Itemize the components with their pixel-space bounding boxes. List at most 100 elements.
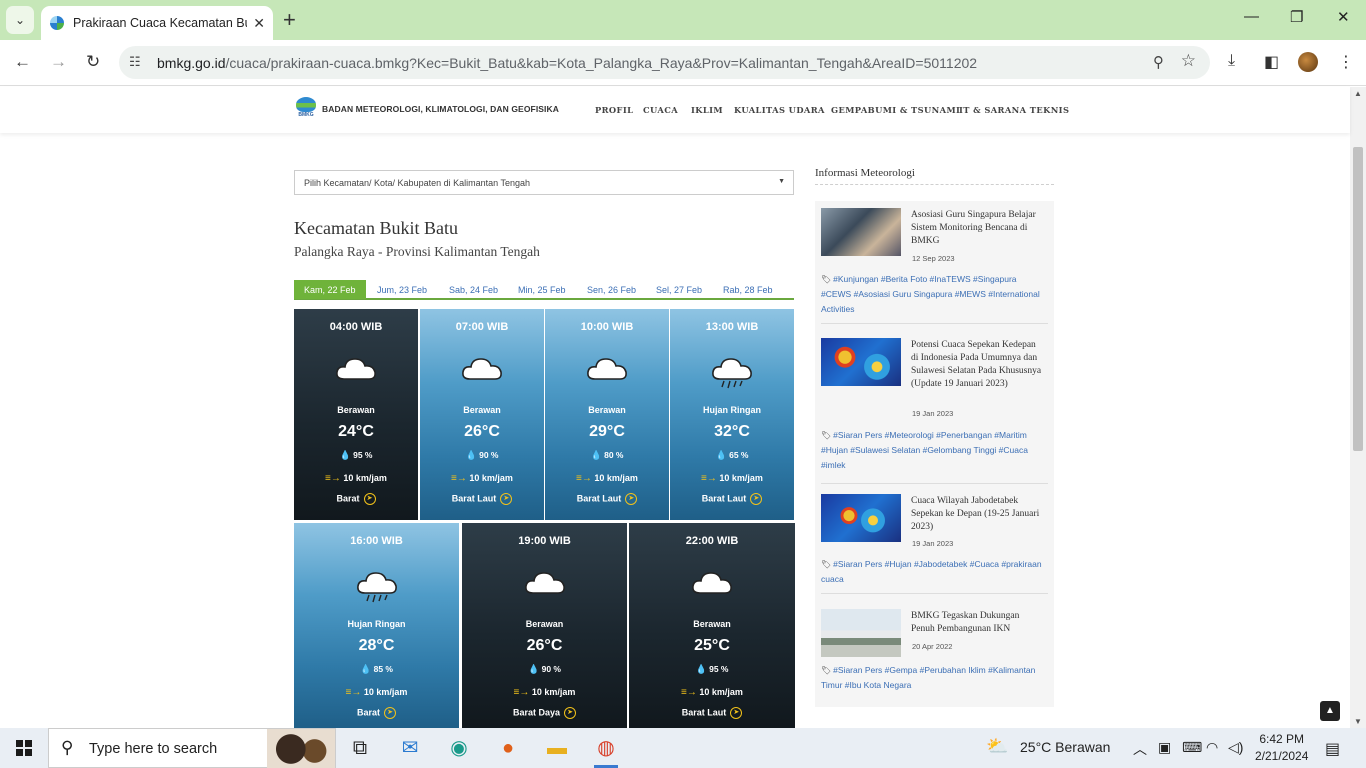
forecast-humidity: 💧 95 % — [695, 664, 729, 674]
file-explorer-icon[interactable]: ▬ — [545, 737, 569, 759]
menu-kebab-icon[interactable]: ⋮ — [1338, 52, 1354, 72]
taskbar-weather[interactable]: 25°C Berawan — [1020, 739, 1110, 755]
menu-cuaca[interactable]: CUACA — [643, 105, 678, 115]
menu-it-sarana[interactable]: IT & SARANA TEKNIS — [959, 105, 1069, 115]
page-scrollbar[interactable]: ▲ ▼ — [1350, 87, 1366, 728]
scroll-thumb[interactable] — [1353, 147, 1363, 451]
news-title[interactable]: Cuaca Wilayah Jabodetabek Sepekan ke Dep… — [911, 495, 1045, 534]
news-title[interactable]: Asosiasi Guru Singapura Belajar Sistem M… — [911, 209, 1045, 248]
compass-icon: ➤ — [750, 493, 763, 505]
news-tags[interactable]: 🏷 #Siaran Pers #Gempa #Perubahan Iklim #K… — [821, 663, 1048, 693]
page-subtitle: Palangka Raya - Provinsi Kalimantan Teng… — [294, 244, 540, 259]
divider — [821, 593, 1048, 594]
forecast-wind: ≡→ 10 km/jam — [513, 687, 576, 698]
browser-tab[interactable]: Prakiraan Cuaca Kecamatan Bukit ✕ — [41, 6, 273, 40]
compass-icon: ➤ — [500, 493, 513, 505]
scroll-down-icon[interactable]: ▼ — [1354, 717, 1362, 726]
region-select[interactable]: Pilih Kecamatan/ Kota/ Kabupaten di Kali… — [294, 170, 794, 195]
site-info-icon[interactable]: ☷ — [129, 54, 141, 70]
search-highlight-image[interactable] — [267, 729, 335, 768]
minimize-button[interactable]: ― — [1244, 8, 1259, 25]
taskbar-search[interactable]: ⚲ Type here to search — [48, 728, 336, 768]
edge-icon[interactable]: ◉ — [447, 737, 471, 759]
news-tags[interactable]: 🏷 #Kunjungan #Berita Foto #InaTEWS #Singa… — [821, 272, 1048, 317]
tab-day-2[interactable]: Jum, 23 Feb — [377, 280, 427, 299]
meet-icon[interactable]: ▣ — [1158, 739, 1171, 756]
omnibox[interactable]: ☷ bmkg.go.id/cuaca/prakiraan-cuaca.bmkg?… — [119, 46, 1210, 79]
news-thumbnail[interactable] — [821, 208, 901, 256]
forecast-temperature: 32°C — [714, 423, 750, 440]
news-date: 12 Sep 2023 — [912, 254, 955, 263]
forecast-time: 22:00 WIB — [685, 535, 739, 547]
volume-icon[interactable]: ◁) — [1228, 739, 1243, 756]
news-thumbnail[interactable] — [821, 609, 901, 657]
tab-day-3[interactable]: Sab, 24 Feb — [449, 280, 498, 299]
menu-gempabumi[interactable]: GEMPABUMI & TSUNAMI — [831, 105, 960, 115]
cloud-icon — [294, 351, 418, 391]
forecast-card: 04:00 WIB Berawan 24°C 💧 95 % ≡→ 10 km/jam Ba… — [294, 309, 418, 520]
task-view-icon[interactable]: ⧉ — [348, 737, 372, 759]
back-button[interactable]: ← — [14, 52, 31, 72]
menu-profil[interactable]: PROFIL — [595, 105, 633, 115]
forecast-temperature: 29°C — [589, 423, 625, 440]
tab-day-4[interactable]: Min, 25 Feb — [518, 280, 566, 299]
forecast-wind: ≡→ 10 km/jam — [576, 473, 638, 484]
chevron-down-icon: ⌄ — [14, 13, 26, 27]
news-tags[interactable]: 🏷 #Siaran Pers #Meteorologi #Penerbangan … — [821, 428, 1048, 473]
mail-icon[interactable]: ✉ — [398, 737, 422, 759]
news-thumbnail[interactable] — [821, 338, 901, 386]
news-item[interactable]: Asosiasi Guru Singapura Belajar Sistem M… — [821, 201, 1048, 324]
restore-button[interactable]: ❐ — [1290, 8, 1303, 26]
tray-chevron-icon[interactable]: ︿ — [1133, 739, 1147, 759]
tab-day-5[interactable]: Sen, 26 Feb — [587, 280, 636, 299]
forward-button[interactable]: → — [50, 52, 67, 72]
humidity-drop-icon: 💧 — [590, 450, 602, 460]
forecast-wind-direction: Barat ➤ — [294, 493, 418, 505]
news-thumbnail[interactable] — [821, 494, 901, 542]
forecast-wind: ≡→ 10 km/jam — [681, 687, 743, 698]
news-title[interactable]: BMKG Tegaskan Dukungan Penuh Pembangunan… — [911, 610, 1045, 636]
close-tab-icon[interactable]: ✕ — [253, 15, 265, 32]
news-item[interactable]: Potensi Cuaca Sepekan Kedepan di Indones… — [821, 331, 1048, 484]
taskbar-clock[interactable]: 6:42 PM 2/21/2024 — [1255, 731, 1308, 765]
search-icon: ⚲ — [61, 738, 74, 757]
news-item[interactable]: BMKG Tegaskan Dukungan Penuh Pembangunan… — [821, 603, 1048, 703]
firefox-icon[interactable]: ● — [496, 737, 520, 759]
zoom-icon[interactable]: ⚲ — [1153, 53, 1164, 71]
side-panel-icon[interactable]: ◧ — [1264, 52, 1279, 72]
input-method-icon[interactable]: ⌨ — [1182, 739, 1202, 756]
reload-button[interactable]: ↻ — [86, 52, 100, 72]
menu-kualitas-udara[interactable]: KUALITAS UDARA — [734, 105, 825, 115]
notification-icon[interactable]: ▤ — [1325, 739, 1340, 759]
weather-icon[interactable]: ⛅ — [986, 736, 1008, 757]
tab-day-7[interactable]: Rab, 28 Feb — [723, 280, 773, 299]
scroll-up-icon[interactable]: ▲ — [1354, 89, 1362, 98]
news-tags[interactable]: 🏷 #Siaran Pers #Hujan #Jabodetabek #Cuaca… — [821, 557, 1048, 587]
forecast-wind-direction: Barat Laut ➤ — [420, 493, 544, 505]
url-text[interactable]: bmkg.go.id/cuaca/prakiraan-cuaca.bmkg?Ke… — [157, 55, 977, 71]
forecast-wind: ≡→ 10 km/jam — [325, 473, 387, 484]
news-title[interactable]: Potensi Cuaca Sepekan Kedepan di Indones… — [911, 339, 1045, 391]
bookmark-star-icon[interactable]: ☆ — [1181, 51, 1196, 71]
tag-icon: 🏷 — [821, 560, 832, 569]
forecast-wind: ≡→ 10 km/jam — [701, 473, 763, 484]
forecast-card: 10:00 WIB Berawan 29°C 💧 80 % ≡→ 10 km/jam Ba… — [545, 309, 669, 520]
forecast-condition: Berawan — [463, 405, 501, 415]
tab-day-6[interactable]: Sel, 27 Feb — [656, 280, 702, 299]
bmkg-logo[interactable]: BMKG — [296, 97, 316, 121]
download-icon[interactable]: ⤓ — [1228, 52, 1235, 70]
menu-iklim[interactable]: IKLIM — [691, 105, 723, 115]
news-item[interactable]: Cuaca Wilayah Jabodetabek Sepekan ke Dep… — [821, 487, 1048, 597]
tab-search-button[interactable]: ⌄ — [6, 6, 34, 34]
windows-start-icon[interactable] — [16, 740, 32, 756]
new-tab-button[interactable]: + — [283, 7, 296, 33]
tab-day-1[interactable]: Kam, 22 Feb — [294, 280, 366, 299]
org-name[interactable]: BADAN METEOROLOGI, KLIMATOLOGI, DAN GEOF… — [322, 104, 559, 114]
humidity-drop-icon: 💧 — [360, 664, 372, 674]
compass-icon: ➤ — [363, 493, 376, 505]
close-window-button[interactable]: ✕ — [1337, 8, 1350, 26]
chrome-icon[interactable]: ◍ — [594, 737, 618, 768]
profile-avatar[interactable] — [1298, 52, 1318, 72]
wifi-icon[interactable]: ◠ — [1206, 739, 1218, 756]
back-to-top-button[interactable]: ▲ — [1320, 701, 1340, 721]
